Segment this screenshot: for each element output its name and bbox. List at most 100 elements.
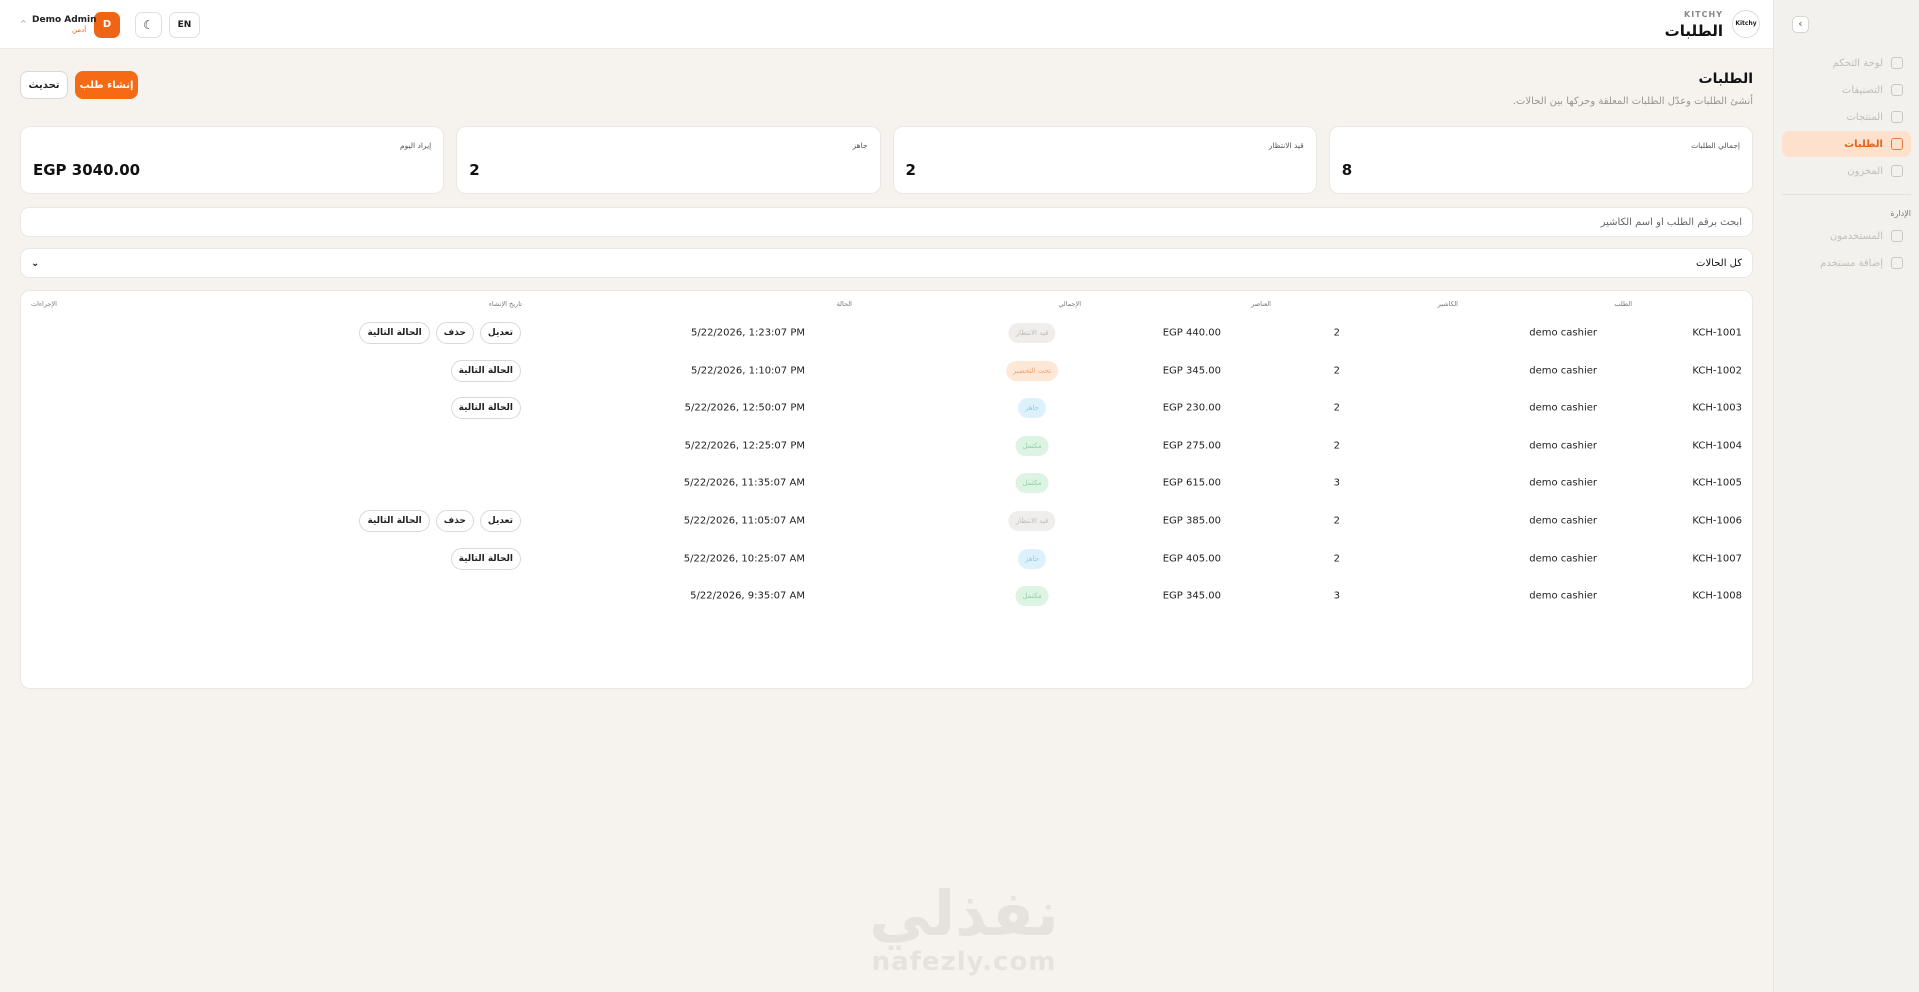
table-row: KCH-1003 demo cashier 2 EGP 230.00 جاهز 5/22/… bbox=[21, 389, 1752, 427]
cashier-name: demo cashier bbox=[1529, 553, 1597, 565]
delete-button[interactable]: حذف bbox=[435, 510, 474, 532]
created-date: 5/22/2026, 1:10:07 PM bbox=[690, 365, 805, 377]
item-count: 2 bbox=[1333, 327, 1340, 339]
brand-name: KITCHY bbox=[1684, 10, 1723, 19]
delete-button[interactable]: حذف bbox=[435, 322, 474, 344]
cashier-name: demo cashier bbox=[1529, 477, 1597, 489]
status-badge: مكتمل bbox=[1015, 473, 1049, 494]
sidebar-item-label: إضافة مستخدم bbox=[1820, 257, 1883, 269]
next-button[interactable]: الحالة التالية bbox=[450, 547, 521, 570]
page-title: الطلبات bbox=[1698, 71, 1753, 87]
watermark: نفذلي nafezly.com bbox=[862, 877, 1066, 977]
order-id[interactable]: KCH-1003 bbox=[1692, 403, 1742, 414]
edit-button[interactable]: تعديل bbox=[479, 322, 521, 344]
cashier-name: demo cashier bbox=[1529, 327, 1597, 339]
created-date: 5/22/2026, 12:25:07 PM bbox=[684, 440, 805, 452]
item-count: 2 bbox=[1333, 553, 1340, 565]
order-id[interactable]: KCH-1005 bbox=[1692, 478, 1742, 489]
cashier-name: demo cashier bbox=[1529, 365, 1597, 377]
stat-value: 8 bbox=[1341, 161, 1353, 179]
stat-value: 2 bbox=[905, 161, 916, 179]
cashier-name: demo cashier bbox=[1529, 440, 1597, 452]
search-input[interactable] bbox=[20, 207, 1753, 237]
moon-icon: ☾ bbox=[143, 18, 154, 32]
theme-toggle-button[interactable]: ☾ bbox=[135, 12, 162, 38]
chevron-down-icon: ⌄ bbox=[31, 257, 40, 269]
stats-row: إجمالي الطلبات 8 قيد الانتظار 2 جاهز 2 إ… bbox=[20, 126, 1753, 194]
stat-label: إجمالي الطلبات bbox=[1691, 141, 1740, 150]
create-order-button[interactable]: إنشاء طلب bbox=[75, 71, 138, 99]
next-button[interactable]: الحالة التالية bbox=[450, 397, 521, 420]
edit-button[interactable]: تعديل bbox=[479, 510, 521, 532]
orders-table: الطلب الكاشير العناصر الإجمالي الحالة تا… bbox=[20, 290, 1753, 689]
status-filter-select[interactable]: كل الحالات ⌄ bbox=[20, 248, 1753, 278]
created-date: 5/22/2026, 1:23:07 PM bbox=[690, 327, 805, 339]
order-id[interactable]: KCH-1007 bbox=[1692, 553, 1742, 564]
stat-card-total: إجمالي الطلبات 8 bbox=[1328, 126, 1753, 194]
row-actions: الحالة التالية bbox=[450, 397, 521, 420]
next-button[interactable]: الحالة التالية bbox=[450, 359, 521, 382]
chevron-up-icon[interactable]: ^ bbox=[20, 19, 27, 28]
created-date: 5/22/2026, 10:25:07 AM bbox=[683, 553, 805, 565]
cashier-name: demo cashier bbox=[1529, 590, 1597, 602]
language-toggle-button[interactable]: EN bbox=[169, 12, 200, 38]
refresh-button[interactable]: تحديث bbox=[20, 71, 68, 99]
sidebar-item-label: المخزون bbox=[1847, 165, 1883, 177]
stat-value: 2 bbox=[469, 161, 480, 179]
status-badge: تحت التحضير bbox=[1005, 360, 1059, 381]
order-total: EGP 275.00 bbox=[1162, 440, 1221, 452]
users-icon bbox=[1891, 230, 1903, 242]
sidebar-item-1[interactable]: التصنيفات bbox=[1782, 77, 1911, 103]
item-count: 2 bbox=[1333, 402, 1340, 414]
sidebar-item-3[interactable]: الطلبات bbox=[1782, 131, 1911, 157]
sidebar-item-2[interactable]: المنتجات bbox=[1782, 104, 1911, 130]
table-row: KCH-1002 demo cashier 2 EGP 345.00 تحت التحض… bbox=[21, 352, 1752, 390]
sidebar-item-label: المنتجات bbox=[1846, 111, 1883, 123]
sidebar-item-0[interactable]: المستخدمون bbox=[1782, 223, 1911, 249]
user-role: أدمن bbox=[72, 26, 87, 34]
next-button[interactable]: الحالة التالية bbox=[359, 322, 430, 344]
stat-label: إيراد اليوم bbox=[399, 141, 432, 150]
order-id[interactable]: KCH-1002 bbox=[1692, 365, 1742, 376]
box-icon bbox=[1891, 165, 1903, 177]
sidebar-item-1[interactable]: إضافة مستخدم bbox=[1782, 250, 1911, 276]
stat-label: جاهز bbox=[852, 141, 868, 150]
stat-card-revenue: إيراد اليوم EGP 3040.00 bbox=[20, 126, 445, 194]
table-row: KCH-1006 demo cashier 2 EGP 385.00 قيد الانت… bbox=[21, 502, 1752, 540]
status-badge: مكتمل bbox=[1015, 435, 1049, 456]
sidebar-item-label: التصنيفات bbox=[1841, 84, 1883, 96]
created-date: 5/22/2026, 9:35:07 AM bbox=[690, 590, 805, 602]
list-icon bbox=[1891, 84, 1903, 96]
order-id[interactable]: KCH-1001 bbox=[1692, 328, 1742, 339]
col-header-order: الطلب bbox=[1614, 300, 1632, 308]
next-button[interactable]: الحالة التالية bbox=[359, 510, 430, 532]
user-name[interactable]: Demo Admin bbox=[32, 15, 97, 25]
item-count: 2 bbox=[1333, 515, 1340, 527]
sidebar-item-4[interactable]: المخزون bbox=[1782, 158, 1911, 184]
sidebar-item-0[interactable]: لوحة التحكم bbox=[1782, 50, 1911, 76]
watermark-arabic: نفذلي bbox=[869, 877, 1059, 950]
item-count: 3 bbox=[1333, 477, 1340, 489]
table-row: KCH-1008 demo cashier 3 EGP 345.00 مكتمل 5/22… bbox=[21, 577, 1752, 615]
sidebar-item-label: الطلبات bbox=[1844, 138, 1883, 150]
stat-card-pending: قيد الانتظار 2 bbox=[892, 126, 1317, 194]
order-total: EGP 440.00 bbox=[1162, 327, 1221, 339]
watermark-latin: nafezly.com bbox=[871, 947, 1057, 977]
row-actions: الحالة التالية bbox=[450, 547, 521, 570]
sidebar-collapse-button[interactable]: › bbox=[1792, 16, 1809, 33]
order-id[interactable]: KCH-1008 bbox=[1692, 591, 1742, 602]
order-total: EGP 385.00 bbox=[1162, 515, 1221, 527]
created-date: 5/22/2026, 11:35:07 AM bbox=[683, 477, 805, 489]
created-date: 5/22/2026, 11:05:07 AM bbox=[683, 515, 805, 527]
top-bar: Kitchy KITCHY الطلبات EN ☾ D Demo Admin … bbox=[0, 0, 1773, 49]
order-id[interactable]: KCH-1004 bbox=[1692, 440, 1742, 451]
clipboard-icon bbox=[1891, 138, 1903, 150]
sidebar: › لوحة التحكم التصنيفات المنتجات الطلبات الم… bbox=[1773, 0, 1919, 992]
cashier-name: demo cashier bbox=[1529, 402, 1597, 414]
status-badge: جاهز bbox=[1017, 548, 1047, 569]
table-row: KCH-1001 demo cashier 2 EGP 440.00 قيد الانت… bbox=[21, 314, 1752, 352]
order-id[interactable]: KCH-1006 bbox=[1692, 516, 1742, 527]
table-row: KCH-1004 demo cashier 2 EGP 275.00 مكتمل 5/22… bbox=[21, 427, 1752, 465]
avatar[interactable]: D bbox=[94, 12, 120, 38]
col-header-total: الإجمالي bbox=[1058, 300, 1081, 308]
